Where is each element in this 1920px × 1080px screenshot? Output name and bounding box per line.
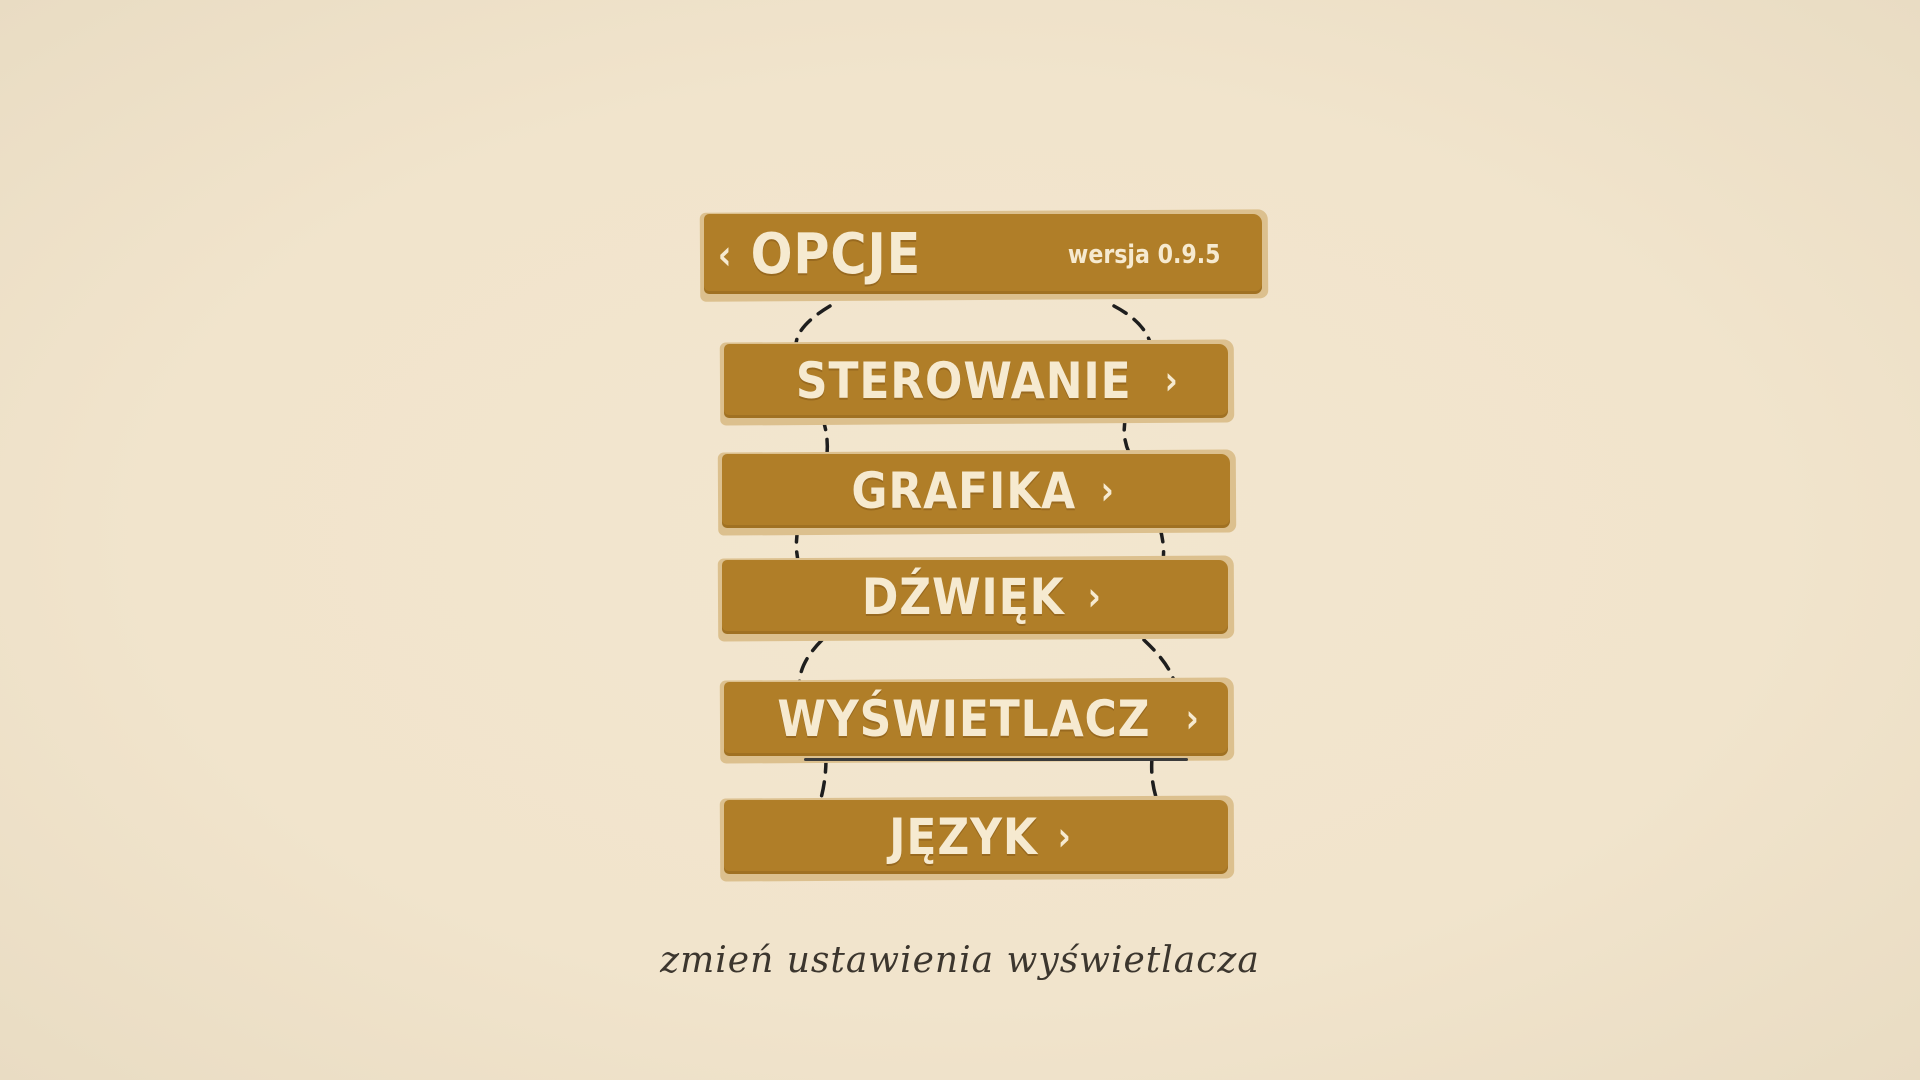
page-title: OPCJE: [750, 221, 922, 287]
selection-underline: [804, 758, 1188, 761]
rope-decoration: [794, 304, 1178, 810]
menu-item-label: GRAFIKA: [851, 462, 1077, 520]
chevron-right-icon: ›: [1164, 358, 1178, 404]
chevron-left-icon[interactable]: ‹: [718, 230, 732, 279]
menu-item-label: STEROWANIE: [795, 352, 1132, 410]
chevron-right-icon: ›: [1185, 696, 1199, 742]
menu-item-label: WYŚWIETLACZ: [777, 690, 1151, 748]
chevron-right-icon: ›: [1087, 574, 1101, 620]
menu-item-label: JĘZYK: [889, 808, 1039, 866]
menu-item-label: DŹWIĘK: [861, 568, 1065, 626]
menu-item-grafika[interactable]: GRAFIKA ›: [717, 449, 1237, 536]
menu-item-wyswietlacz[interactable]: WYŚWIETLACZ ›: [719, 677, 1235, 764]
chevron-right-icon: ›: [1057, 814, 1072, 860]
header-plank: ‹ OPCJE wersja 0.9.5: [699, 209, 1269, 302]
menu-item-sterowanie[interactable]: STEROWANIE ›: [719, 339, 1235, 426]
chevron-right-icon: ›: [1101, 468, 1115, 514]
version-label: wersja 0.9.5: [1067, 240, 1220, 270]
menu-item-jezyk[interactable]: JĘZYK ›: [719, 795, 1235, 882]
hint-text: zmień ustawienia wyświetlacza: [660, 940, 1260, 981]
menu-item-dzwiek[interactable]: DŹWIĘK ›: [717, 555, 1235, 642]
